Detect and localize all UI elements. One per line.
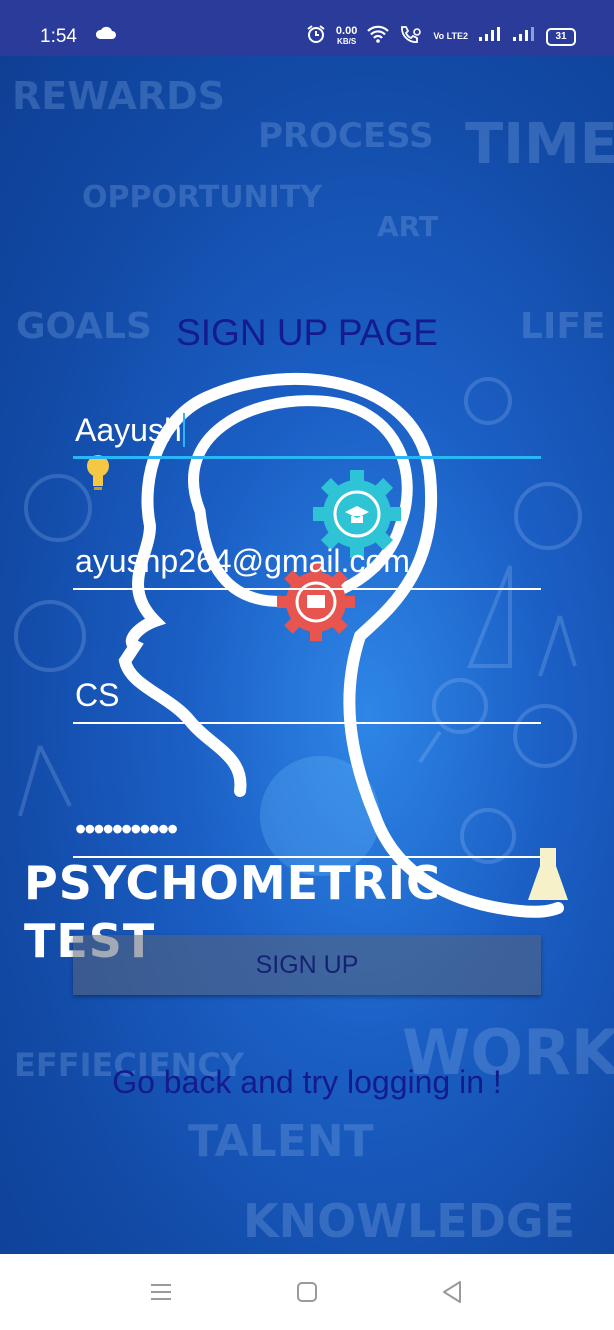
battery-icon: 31 <box>546 27 576 46</box>
field-underline <box>73 456 541 459</box>
menu-icon[interactable] <box>145 1276 177 1308</box>
text-cursor <box>182 413 185 447</box>
network-speed: 0.00 KB/S <box>335 25 358 47</box>
home-icon[interactable] <box>291 1276 323 1308</box>
field-underline <box>73 588 541 590</box>
signup-button[interactable]: SIGN UP <box>73 935 541 995</box>
signal-icon <box>478 26 502 47</box>
status-time: 1:54 <box>40 26 77 47</box>
signal-icon <box>512 26 536 47</box>
password-field[interactable]: ••••••••••• <box>73 788 541 858</box>
compass-icon <box>538 615 577 677</box>
department-field[interactable]: CS <box>73 654 541 724</box>
email-field[interactable]: ayushp264@gmail.com <box>73 520 541 590</box>
email-value: ayushp264@gmail.com <box>75 543 410 579</box>
password-value: ••••••••••• <box>75 811 178 847</box>
page-title: SIGN UP PAGE <box>176 312 438 353</box>
status-bar: 1:54 0.00 KB/S Vo LTE2 31 <box>0 0 614 56</box>
navigation-bar <box>0 1254 614 1330</box>
field-underline <box>73 722 541 724</box>
volte-icon: Vo LTE2 <box>433 31 468 41</box>
bulb-icon <box>87 455 109 490</box>
compass-icon <box>18 745 72 817</box>
department-value: CS <box>75 677 120 713</box>
call-icon <box>399 25 423 48</box>
name-value: Aayush <box>75 412 182 448</box>
wifi-icon <box>367 25 390 48</box>
logo-line-1: PSYCHOMETRIC <box>24 856 441 910</box>
login-link[interactable]: Go back and try logging in ! <box>0 1064 614 1101</box>
cloud-icon <box>95 26 117 45</box>
status-icons: 0.00 KB/S Vo LTE2 31 <box>306 24 576 49</box>
alarm-icon <box>306 24 326 49</box>
back-icon[interactable] <box>436 1276 468 1308</box>
app-screen: REWARDS PROCESS TIME OPPORTUNITY ART GOA… <box>0 56 614 1254</box>
name-field[interactable]: Aayush <box>73 389 541 459</box>
